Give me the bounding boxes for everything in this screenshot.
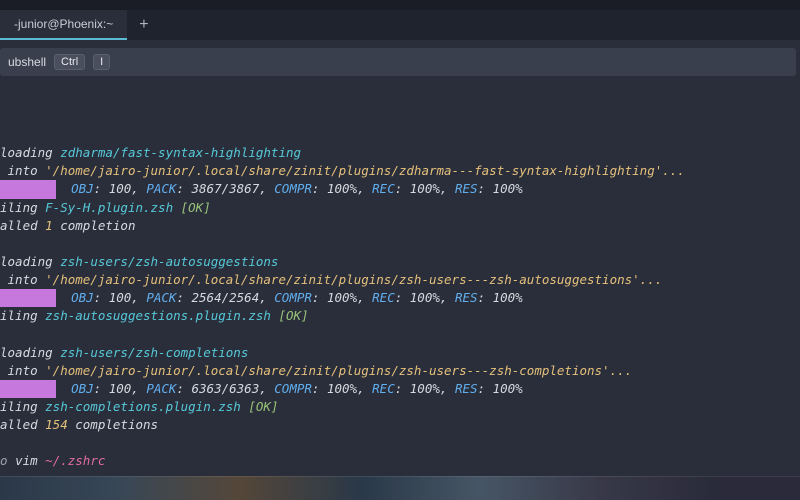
prompt-cmd: vim	[15, 453, 45, 468]
desktop-taskbar[interactable]	[0, 476, 800, 500]
hint-bar: ubshell Ctrl I	[0, 48, 796, 76]
kbd-i: I	[93, 54, 110, 70]
compiling-line: iling zsh-autosuggestions.plugin.zsh [OK…	[0, 307, 800, 325]
terminal-tab[interactable]: -junior@Phoenix:~	[0, 10, 127, 40]
loading-line: loading zsh-users/zsh-autosuggestions	[0, 253, 800, 271]
stats-line: ███ OBJ: 100, PACK: 6363/6363, COMPR: 10…	[0, 380, 800, 398]
new-tab-button[interactable]: +	[127, 16, 160, 34]
kbd-ctrl: Ctrl	[54, 54, 85, 70]
installed-line: alled 1 completion	[0, 217, 800, 235]
terminal-output[interactable]: loading zdharma/fast-syntax-highlighting…	[0, 76, 800, 489]
tab-title: -junior@Phoenix:~	[14, 17, 113, 31]
window-titlebar	[0, 0, 800, 10]
stats-line: ███ OBJ: 100, PACK: 2564/2564, COMPR: 10…	[0, 289, 800, 307]
prompt-arg: ~/.zshrc	[45, 453, 105, 468]
loading-line: loading zdharma/fast-syntax-highlighting	[0, 144, 800, 162]
compiling-line: iling zsh-completions.plugin.zsh [OK]	[0, 398, 800, 416]
prompt-prefix: o	[0, 453, 15, 468]
installed-line: alled 154 completions	[0, 416, 800, 434]
blank-line	[0, 235, 800, 253]
tab-bar: -junior@Phoenix:~ +	[0, 10, 800, 40]
blank-line	[0, 325, 800, 343]
path-line: into '/home/jairo-junior/.local/share/zi…	[0, 162, 800, 180]
stats-line: ███ OBJ: 100, PACK: 3867/3867, COMPR: 10…	[0, 180, 800, 198]
compiling-line: iling F-Sy-H.plugin.zsh [OK]	[0, 199, 800, 217]
hint-text: ubshell	[8, 55, 46, 69]
prompt-line: o vim ~/.zshrc	[0, 452, 800, 470]
plus-icon: +	[139, 16, 148, 33]
path-line: into '/home/jairo-junior/.local/share/zi…	[0, 362, 800, 380]
path-line: into '/home/jairo-junior/.local/share/zi…	[0, 271, 800, 289]
loading-line: loading zsh-users/zsh-completions	[0, 344, 800, 362]
